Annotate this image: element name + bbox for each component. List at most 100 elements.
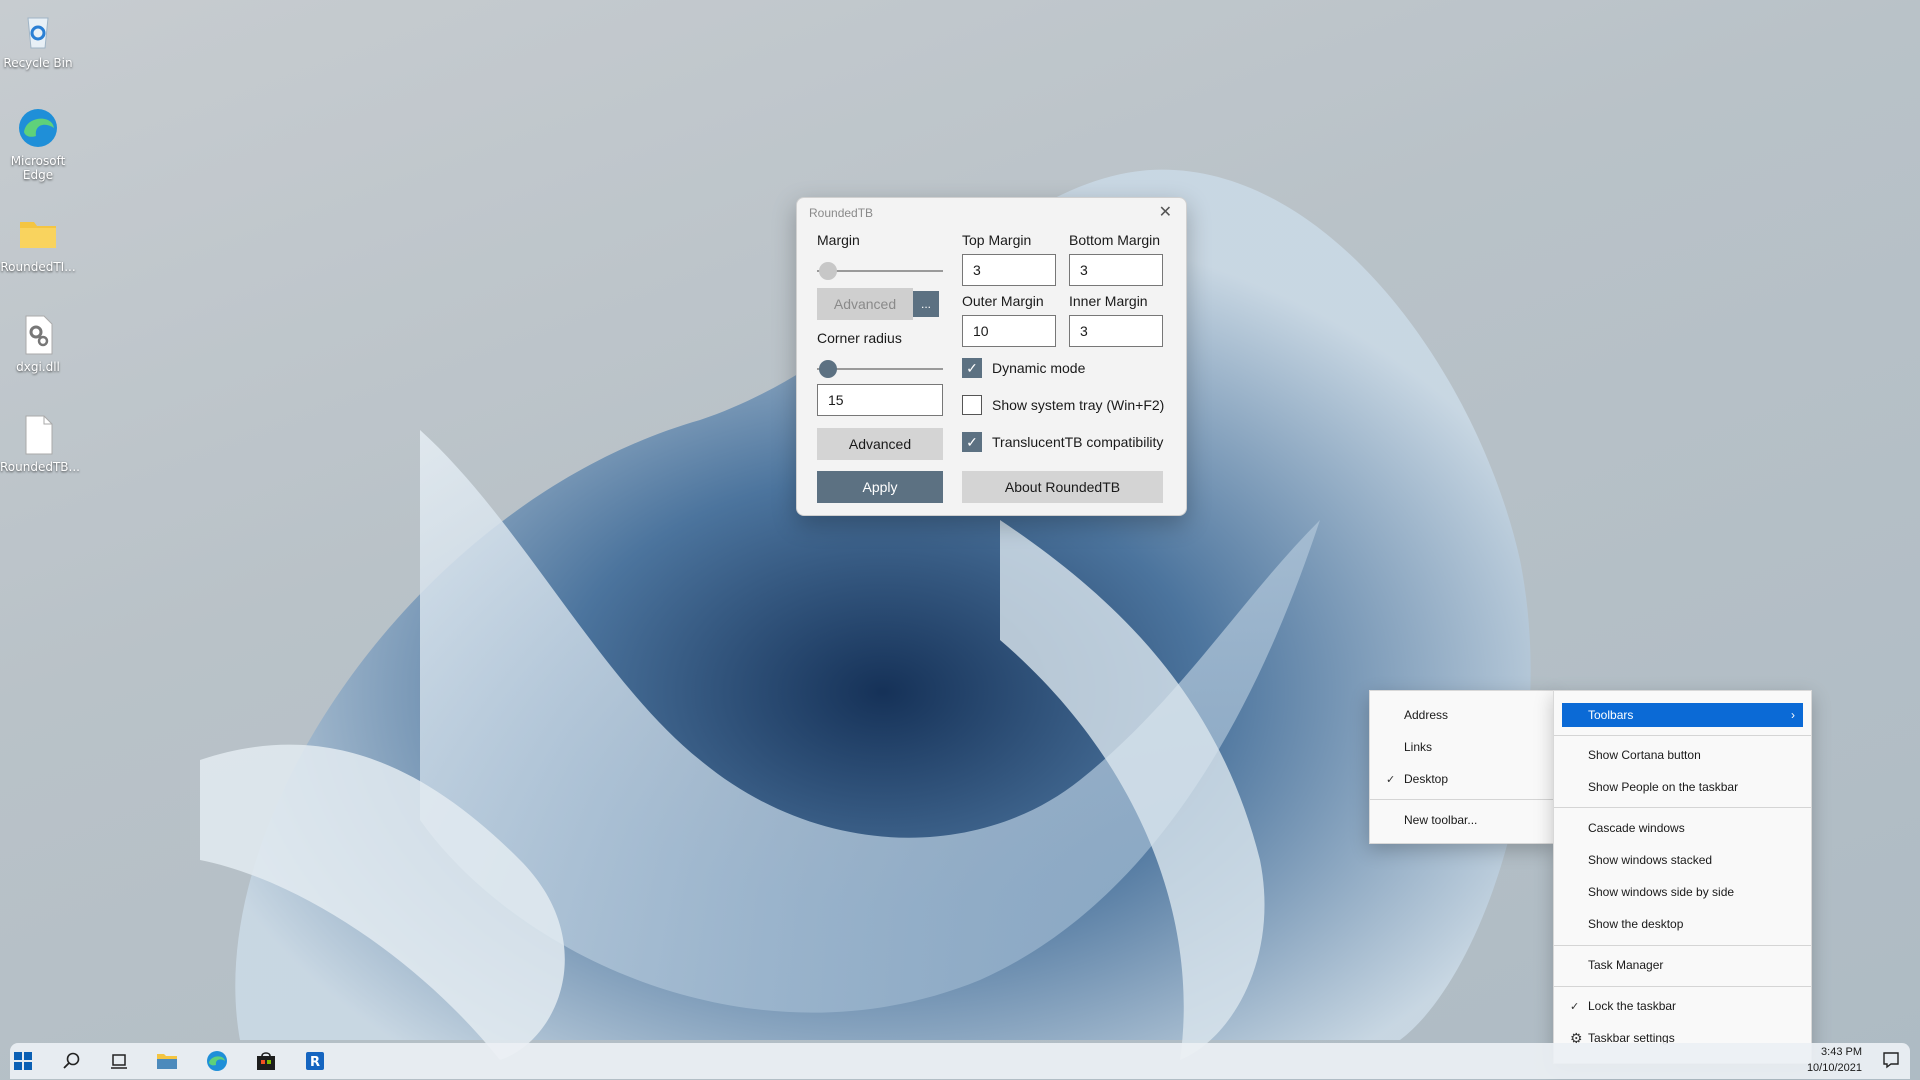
start-button[interactable]	[12, 1050, 34, 1072]
clock-time: 3:43 PM	[1821, 1046, 1862, 1058]
store-button[interactable]	[255, 1050, 277, 1072]
search-icon	[63, 1052, 80, 1069]
menu-separator	[1370, 799, 1555, 800]
translucenttb-label: TranslucentTB compatibility	[992, 434, 1164, 450]
desktop-icon-roundedtb-file[interactable]: RoundedTB...	[0, 412, 80, 474]
notification-button[interactable]	[1880, 1049, 1902, 1071]
window-title: RoundedTB	[809, 206, 874, 220]
advanced-margin-button: Advanced	[817, 288, 913, 320]
task-view-button[interactable]	[108, 1050, 130, 1072]
roundedtb-taskbar-button[interactable]: R	[304, 1050, 326, 1072]
bottom-margin-input[interactable]: 3	[1069, 254, 1163, 286]
margin-slider[interactable]	[817, 261, 943, 281]
edge-icon	[207, 1051, 227, 1071]
menu-item-toolbars[interactable]: Toolbars ›	[1562, 703, 1803, 727]
desktop-icon-label: dxgi.dll	[16, 360, 60, 374]
menu-item-label: Toolbars	[1588, 708, 1634, 722]
top-margin-input[interactable]: 3	[962, 254, 1056, 286]
menu-item-label: Cascade windows	[1588, 821, 1685, 835]
corner-radius-label: Corner radius	[817, 330, 902, 346]
file-icon	[25, 415, 53, 455]
dynamic-mode-checkbox[interactable]: ✓ Dynamic mode	[962, 358, 1085, 378]
margin-slider-thumb[interactable]	[819, 262, 837, 280]
chevron-right-icon: ›	[1791, 708, 1795, 722]
taskbar: R 3:43 PM 10/10/2021	[10, 1043, 1910, 1079]
roundedtb-icon: R	[306, 1052, 324, 1070]
system-tray-label: Show system tray (Win+F2)	[992, 397, 1165, 413]
corner-radius-slider[interactable]	[817, 359, 943, 379]
close-button[interactable]: ✕	[1159, 202, 1172, 222]
clock[interactable]: 3:43 PM 10/10/2021	[1807, 1044, 1862, 1076]
menu-separator	[1554, 945, 1811, 946]
menu-item-stacked[interactable]: Show windows stacked	[1562, 848, 1803, 872]
menu-item-label: Show windows side by side	[1588, 885, 1735, 899]
top-margin-label: Top Margin	[962, 232, 1032, 248]
search-button[interactable]	[61, 1050, 83, 1072]
about-button[interactable]: About RoundedTB	[962, 471, 1163, 503]
clock-date: 10/10/2021	[1806, 1062, 1862, 1074]
desktop-icon-label: Recycle Bin	[3, 56, 73, 70]
desktop-icon-recycle-bin[interactable]: Recycle Bin	[0, 8, 76, 70]
check-icon: ✓	[1386, 773, 1396, 786]
checkmark-icon: ✓	[962, 432, 982, 452]
store-icon	[257, 1052, 275, 1070]
apply-button[interactable]: Apply	[817, 471, 943, 503]
dll-file-icon	[25, 315, 53, 355]
inner-margin-label: Inner Margin	[1069, 293, 1148, 309]
start-icon	[14, 1052, 32, 1070]
menu-item-desktop[interactable]: ✓ Desktop	[1378, 767, 1547, 791]
menu-item-show-cortana[interactable]: Show Cortana button	[1562, 743, 1803, 767]
menu-item-label: Desktop	[1404, 772, 1449, 786]
menu-item-new-toolbar[interactable]: New toolbar...	[1378, 808, 1547, 832]
menu-item-label: New toolbar...	[1404, 813, 1478, 827]
checkmark-icon: ✓	[962, 358, 982, 378]
margin-label: Margin	[817, 232, 860, 248]
margin-more-button[interactable]: ...	[913, 291, 939, 317]
inner-margin-input[interactable]: 3	[1069, 315, 1163, 347]
menu-item-label: Show People on the taskbar	[1588, 780, 1739, 794]
checkbox-box	[962, 395, 982, 415]
menu-item-show-people[interactable]: Show People on the taskbar	[1562, 775, 1803, 799]
file-explorer-icon	[157, 1054, 177, 1069]
menu-item-address[interactable]: Address	[1378, 703, 1547, 727]
system-tray-checkbox[interactable]: Show system tray (Win+F2)	[962, 395, 1164, 415]
menu-item-label: Show windows stacked	[1588, 853, 1713, 867]
advanced-button[interactable]: Advanced	[817, 428, 943, 460]
menu-item-label: Show Cortana button	[1588, 748, 1701, 762]
toolbars-submenu: Address Links ✓ Desktop New toolbar...	[1369, 690, 1556, 844]
menu-item-label: Links	[1404, 740, 1433, 754]
menu-item-task-manager[interactable]: Task Manager	[1562, 953, 1803, 977]
dynamic-mode-label: Dynamic mode	[992, 360, 1086, 376]
menu-item-lock-taskbar[interactable]: ✓ Lock the taskbar	[1562, 994, 1803, 1018]
corner-radius-slider-thumb[interactable]	[819, 360, 837, 378]
check-icon: ✓	[1570, 1000, 1580, 1013]
corner-radius-input[interactable]: 15	[817, 384, 943, 416]
file-explorer-button[interactable]	[156, 1050, 178, 1072]
desktop-icon-folder[interactable]: RoundedTI...	[0, 212, 76, 274]
desktop-icon-edge[interactable]: Microsoft Edge	[0, 106, 76, 182]
desktop-icon-label: Microsoft Edge	[10, 154, 66, 182]
menu-item-cascade[interactable]: Cascade windows	[1562, 816, 1803, 840]
desktop-icon-dxgi[interactable]: dxgi.dll	[0, 312, 76, 374]
menu-item-label: Address	[1404, 708, 1449, 722]
folder-icon	[20, 222, 56, 248]
menu-item-label: Lock the taskbar	[1588, 999, 1677, 1013]
menu-separator	[1554, 986, 1811, 987]
roundedtb-window: RoundedTB ✕ Margin Advanced ... Corner r…	[796, 197, 1187, 516]
bottom-margin-label: Bottom Margin	[1069, 232, 1161, 248]
menu-item-side-by-side[interactable]: Show windows side by side	[1562, 880, 1803, 904]
outer-margin-label: Outer Margin	[962, 293, 1044, 309]
svg-text:R: R	[310, 1055, 320, 1070]
desktop-icon-label: RoundedTB...	[0, 460, 80, 474]
desktop-icon-label: RoundedTI...	[0, 260, 76, 274]
outer-margin-input[interactable]: 10	[962, 315, 1056, 347]
translucenttb-checkbox[interactable]: ✓ TranslucentTB compatibility	[962, 432, 1163, 452]
recycle-bin-icon	[27, 17, 49, 49]
menu-item-links[interactable]: Links	[1378, 735, 1547, 759]
task-view-icon	[111, 1054, 127, 1069]
menu-item-label: Task Manager	[1588, 958, 1664, 972]
menu-item-show-desktop[interactable]: Show the desktop	[1562, 912, 1803, 936]
menu-separator	[1554, 735, 1811, 736]
edge-button[interactable]	[206, 1050, 228, 1072]
taskbar-context-menu: Toolbars › Show Cortana button Show Peop…	[1553, 690, 1812, 1064]
